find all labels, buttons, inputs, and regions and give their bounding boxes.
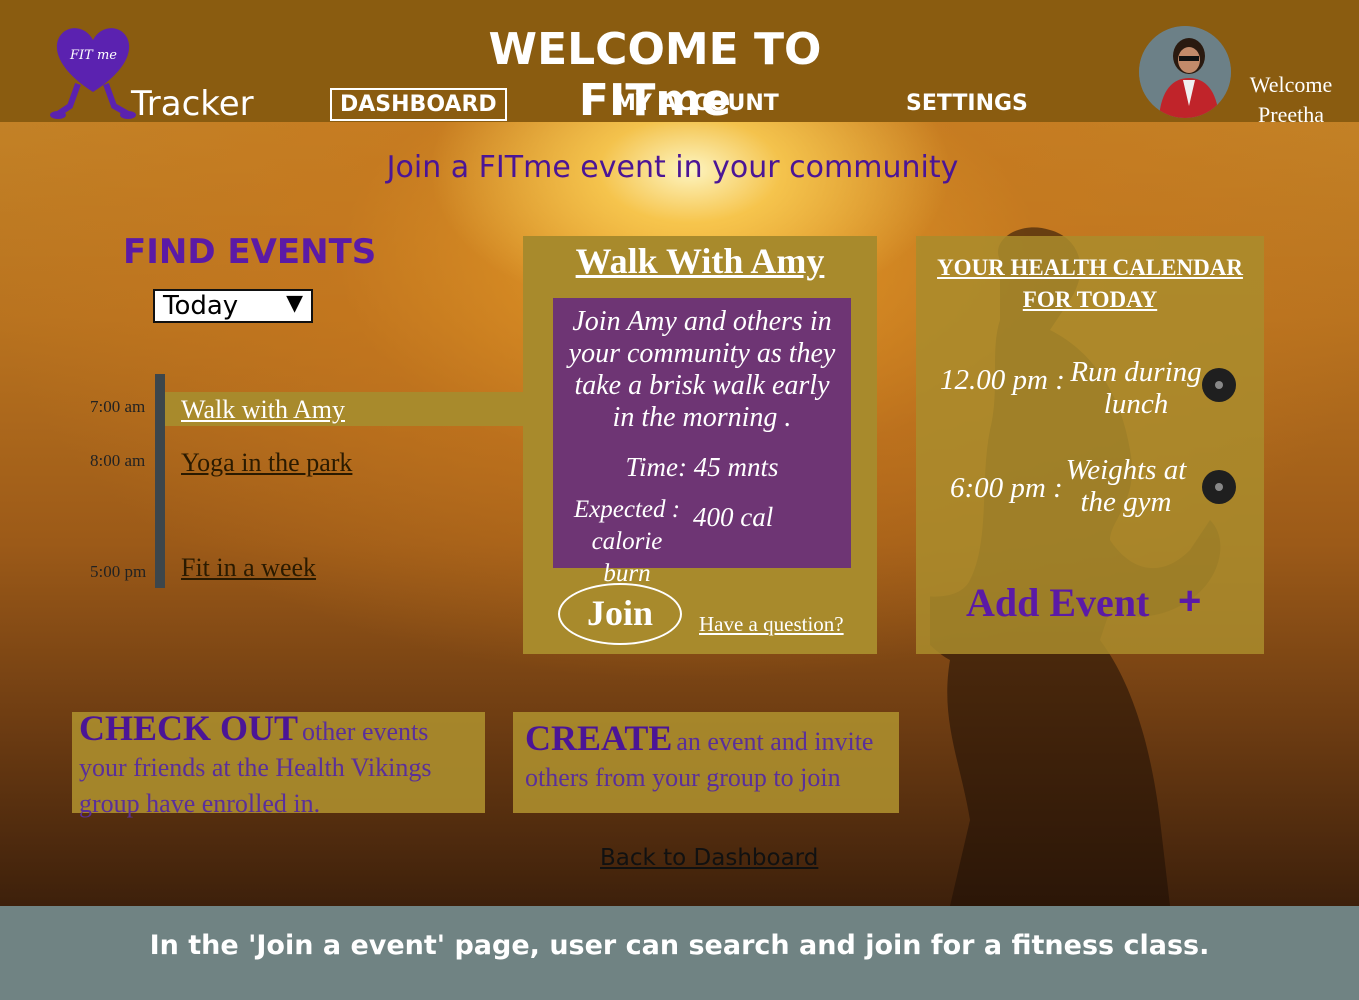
user-name: Preetha (1258, 102, 1324, 127)
timeline-bar (155, 374, 165, 588)
caption-text: In the 'Join a event' page, user can sea… (149, 930, 1210, 961)
nav-my-account[interactable]: MY ACCOUNT (614, 91, 779, 116)
health-calendar-panel: YOUR HEALTH CALENDAR FOR TODAY 12.00 pm … (916, 236, 1264, 654)
slot-activity: Run during lunch (1070, 356, 1202, 420)
nav-dashboard[interactable]: DASHBOARD (330, 88, 507, 121)
add-event-button[interactable]: Add Event (966, 579, 1149, 626)
health-calendar-title-line2: FOR TODAY (1022, 287, 1158, 312)
event-detail-card: Walk With Amy Join Amy and others in you… (523, 236, 877, 654)
check-out-heading: CHECK OUT (79, 708, 299, 748)
tracker-label: Tracker (131, 84, 254, 124)
date-filter-select[interactable]: Today ▼ (153, 289, 313, 323)
plus-icon[interactable]: + (1178, 579, 1201, 624)
calorie-value: 400 cal (693, 502, 774, 532)
check-out-text: CHECK OUT other events your friends at t… (79, 710, 479, 824)
back-to-dashboard-link[interactable]: Back to Dashboard (600, 845, 818, 871)
date-filter-value: Today (163, 291, 239, 321)
page-subtitle: Join a FITme event in your community (386, 150, 959, 185)
create-promo[interactable]: CREATE an event and invite others from y… (513, 712, 899, 813)
event-time: 5:00 pm (90, 562, 147, 581)
slot-activity: Weights at the gym (1065, 454, 1187, 518)
event-description-box: Join Amy and others in your community as… (553, 298, 851, 587)
slot-time: 12.00 pm : (940, 364, 1065, 396)
event-link-walk-with-amy[interactable]: Walk with Amy (181, 395, 345, 425)
slot-time: 6:00 pm : (950, 472, 1063, 504)
heart-logo-icon (50, 28, 136, 119)
event-link-fit-in-a-week[interactable]: Fit in a week (181, 553, 316, 583)
dropdown-arrow-icon: ▼ (286, 291, 303, 316)
slot-toggle-button[interactable] (1202, 470, 1236, 504)
event-duration: Time: 45 mnts (625, 452, 779, 482)
event-link-yoga-in-the-park[interactable]: Yoga in the park (181, 448, 352, 478)
nav-settings[interactable]: SETTINGS (906, 91, 1028, 116)
find-events-title: FIND EVENTS (123, 232, 377, 272)
event-time: 8:00 am (90, 451, 146, 470)
check-out-promo[interactable]: CHECK OUT other events your friends at t… (72, 710, 485, 818)
create-text: CREATE an event and invite others from y… (525, 720, 895, 798)
slot-toggle-button[interactable] (1202, 368, 1236, 402)
logo-text: FIT me (70, 48, 117, 63)
health-calendar-title: YOUR HEALTH CALENDAR FOR TODAY (916, 252, 1264, 316)
health-calendar-title-line1: YOUR HEALTH CALENDAR (937, 255, 1243, 280)
avatar[interactable] (1139, 26, 1231, 118)
join-button[interactable]: Join (558, 583, 682, 645)
user-photo-icon (1139, 26, 1231, 118)
event-time: 7:00 am (90, 397, 146, 416)
event-card-title: Walk With Amy (575, 241, 825, 281)
welcome-user: Welcome Preetha (1232, 70, 1350, 130)
have-a-question-link[interactable]: Have a question? (699, 612, 844, 637)
calorie-label: Expected : calorie burn (573, 496, 681, 587)
welcome-label: Welcome (1249, 72, 1333, 97)
create-heading: CREATE (525, 718, 673, 758)
event-description: Join Amy and others in your community as… (568, 306, 836, 433)
